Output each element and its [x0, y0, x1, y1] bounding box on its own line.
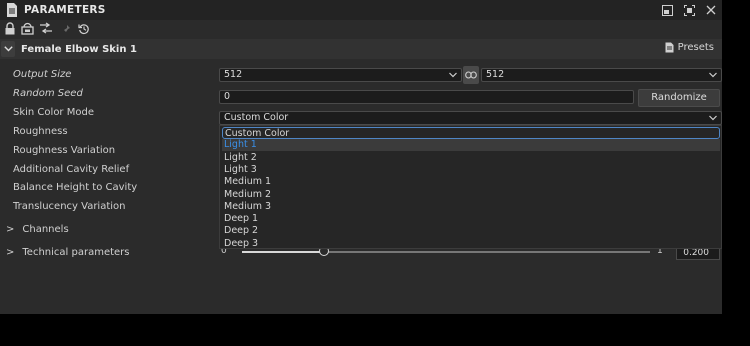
dropdown-option[interactable]: Custom Color [222, 127, 720, 139]
chevron-down-icon [449, 72, 457, 78]
group-technical-label: Technical parameters [22, 247, 130, 258]
skin-color-mode-value: Custom Color [224, 112, 289, 123]
slider-fill [242, 251, 324, 253]
dropdown-option[interactable]: Deep 1 [222, 213, 720, 225]
chevron-right-icon: > [6, 224, 15, 235]
roughness-label: Roughness [13, 126, 68, 137]
presets-icon [665, 42, 674, 53]
output-size-width-value: 512 [224, 69, 243, 80]
dropdown-option[interactable]: Deep 2 [222, 225, 720, 237]
lock-icon[interactable] [3, 21, 17, 36]
output-size-label: Output Size [13, 69, 72, 80]
reset-to-default-icon[interactable] [20, 21, 34, 36]
window-title: PARAMETERS [24, 4, 106, 16]
chevron-down-icon [709, 115, 717, 121]
random-seed-label: Random Seed [13, 88, 83, 99]
group-technical-parameters[interactable]: > Technical parameters [6, 247, 130, 258]
random-seed-input[interactable]: 0 [219, 90, 634, 104]
graph-header: Female Elbow Skin 1 Presets [0, 39, 722, 59]
skin-color-mode-select[interactable]: Custom Color [219, 111, 722, 125]
dropdown-option[interactable]: Medium 1 [222, 176, 720, 188]
skin-color-mode-label: Skin Color Mode [13, 107, 94, 118]
chevron-down-icon [709, 72, 717, 78]
dropdown-option[interactable]: Medium 3 [222, 201, 720, 213]
close-icon[interactable] [704, 3, 718, 17]
dropdown-option[interactable]: Deep 3 [222, 238, 720, 250]
additional-cavity-relief-label: Additional Cavity Relief [13, 164, 130, 175]
parameters-panel: PARAMETERS Female Elbow Skin 1 Presets O… [0, 0, 722, 314]
maximize-icon[interactable] [682, 3, 696, 17]
output-size-height-value: 512 [486, 69, 505, 80]
group-channels-label: Channels [22, 224, 69, 235]
toolbar [0, 20, 722, 38]
chevron-down-icon[interactable] [1, 41, 15, 57]
translucency-variation-label: Translucency Variation [13, 201, 126, 212]
output-size-width-select[interactable]: 512 [219, 68, 462, 82]
dropdown-option[interactable]: Light 3 [222, 164, 720, 176]
chevron-right-icon: > [6, 247, 15, 258]
randomize-button[interactable]: Randomize [638, 89, 720, 107]
roughness-variation-label: Roughness Variation [13, 145, 116, 156]
balance-height-to-cavity-label: Balance Height to Cavity [13, 182, 138, 193]
chain-link-icon[interactable] [463, 66, 479, 84]
dropdown-option[interactable]: Light 1 [222, 139, 720, 152]
group-channels[interactable]: > Channels [6, 224, 69, 235]
presets-label: Presets [677, 42, 714, 53]
history-icon[interactable] [77, 21, 91, 36]
random-seed-value: 0 [224, 91, 231, 102]
document-icon [7, 3, 17, 17]
output-size-height-select[interactable]: 512 [481, 68, 722, 82]
dropdown-option[interactable]: Medium 2 [222, 189, 720, 201]
pin-icon[interactable] [59, 21, 73, 36]
skin-color-mode-dropdown-list: Custom Color Light 1 Light 2 Light 3 Medium … [219, 125, 722, 249]
dropdown-option[interactable]: Light 2 [222, 152, 720, 164]
dock-icon[interactable] [660, 3, 674, 17]
presets-button[interactable]: Presets [665, 42, 714, 53]
title-bar: PARAMETERS [0, 0, 722, 20]
link-parameters-icon[interactable] [39, 21, 53, 36]
graph-title: Female Elbow Skin 1 [21, 43, 137, 55]
